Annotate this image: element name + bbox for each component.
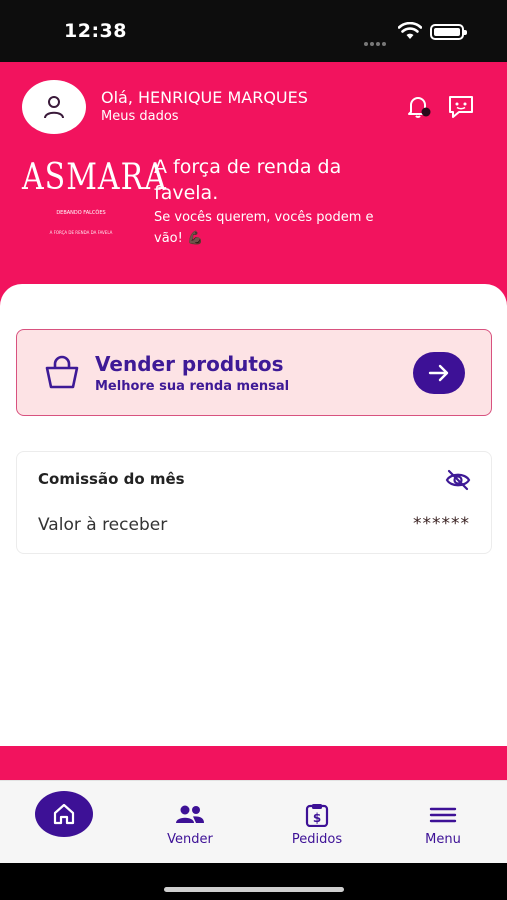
eye-off-icon[interactable] xyxy=(445,469,471,491)
tab-orders[interactable]: $ Pedidos xyxy=(272,803,362,847)
sell-products-card[interactable]: Vender produtos Melhore sua renda mensal xyxy=(16,329,492,416)
signal-icon xyxy=(364,31,388,46)
tagline-subtitle: Se vocês querem, vocês podem e vão! 💪🏿 xyxy=(154,210,374,246)
home-indicator[interactable] xyxy=(164,887,344,892)
tab-menu-label: Menu xyxy=(425,832,461,847)
sell-products-subtitle: Melhore sua renda mensal xyxy=(95,379,290,394)
people-icon xyxy=(176,805,204,823)
asmara-logo: ASMARA DEBANDO FALCÕES A FORÇA DE RENDA … xyxy=(22,154,167,244)
tab-bar: Vender $ Pedidos Menu xyxy=(0,780,507,863)
bell-icon[interactable] xyxy=(406,94,432,120)
greeting: Olá, HENRIQUE MARQUES xyxy=(101,88,308,107)
svg-text:$: $ xyxy=(313,811,321,825)
tagline: A força de renda da favela. xyxy=(154,156,342,204)
logo-subtitle: DEBANDO FALCÕES xyxy=(56,210,106,216)
logo-title: ASMARA xyxy=(22,156,167,199)
user-icon xyxy=(44,96,64,119)
tab-home[interactable] xyxy=(35,791,93,837)
chat-icon[interactable] xyxy=(447,94,475,120)
header: Olá, HENRIQUE MARQUES Meus dados ASMARA … xyxy=(0,62,507,312)
value-receivable-amount: ****** xyxy=(413,514,470,534)
profile-link[interactable]: Meus dados xyxy=(101,109,179,124)
wifi-icon xyxy=(398,22,422,39)
arrow-right-icon xyxy=(428,364,449,382)
sell-products-title: Vender produtos xyxy=(95,352,284,376)
status-bar: 12:38 xyxy=(0,0,507,62)
tab-orders-label: Pedidos xyxy=(291,832,343,847)
shopping-bag-icon xyxy=(45,355,79,389)
main-content: Vender produtos Melhore sua renda mensal… xyxy=(0,284,507,746)
tab-sell-label: Vender xyxy=(167,832,213,847)
logo-tagline: A FORÇA DE RENDA DA FAVELA xyxy=(49,230,113,235)
hamburger-icon xyxy=(429,807,457,823)
value-receivable-label: Valor à receber xyxy=(38,515,168,535)
avatar[interactable] xyxy=(22,80,86,134)
status-time: 12:38 xyxy=(64,20,127,42)
tab-sell[interactable]: Vender xyxy=(145,803,235,847)
commission-card: Comissão do mês Valor à receber ****** xyxy=(16,451,492,554)
footer-band xyxy=(0,746,507,780)
battery-icon xyxy=(430,24,467,40)
home-icon xyxy=(53,803,75,825)
home-indicator-area xyxy=(0,863,507,900)
sell-products-arrow-button[interactable] xyxy=(413,352,465,394)
commission-title: Comissão do mês xyxy=(38,470,185,488)
clipboard-dollar-icon: $ xyxy=(305,804,329,827)
tab-menu[interactable]: Menu xyxy=(398,803,488,847)
